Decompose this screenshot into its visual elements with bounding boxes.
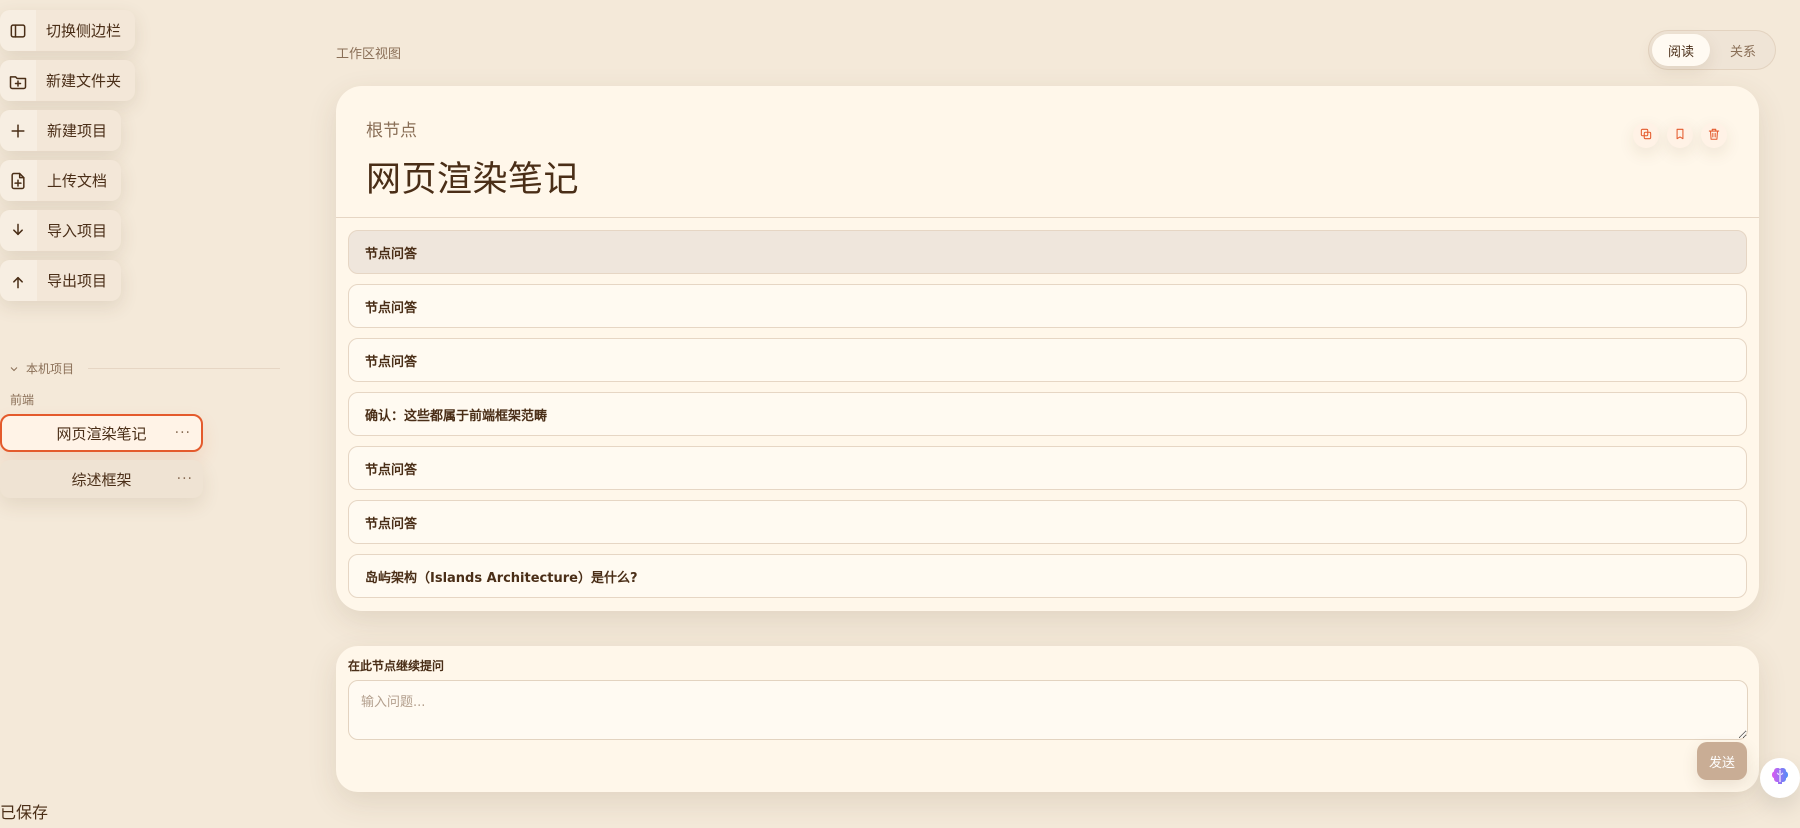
node-actions xyxy=(1633,122,1727,148)
new-folder-label: 新建文件夹 xyxy=(45,72,121,90)
project-label: 网页渲染笔记 xyxy=(56,424,147,443)
chevron-down-icon[interactable] xyxy=(8,363,20,375)
main: 工作区视图 阅读 关系 根节点 网页渲染笔记 节点问答 节点问答 节点问答 确认… xyxy=(336,0,1776,828)
ai-assistant-button[interactable] xyxy=(1760,758,1800,798)
more-icon[interactable]: ··· xyxy=(175,425,191,441)
download-icon xyxy=(0,210,37,251)
qa-list: 节点问答 节点问答 节点问答 确认：这些都属于前端框架范畴 节点问答 节点问答 … xyxy=(336,218,1759,598)
brain-icon xyxy=(1768,764,1792,792)
new-project-label: 新建项目 xyxy=(46,122,107,140)
new-project-button[interactable]: 新建项目 xyxy=(0,110,121,151)
qa-item[interactable]: 节点问答 xyxy=(348,446,1747,490)
app: 切换侧边栏 新建文件夹 新建项目 上传文档 导入项目 导出项目 本机项目 前端 … xyxy=(0,0,1800,828)
delete-button[interactable] xyxy=(1701,122,1727,148)
trash-icon xyxy=(1707,126,1721,145)
ask-title: 在此节点继续提问 xyxy=(348,659,445,673)
question-input[interactable] xyxy=(348,680,1748,740)
send-button[interactable]: 发送 xyxy=(1697,742,1747,780)
bookmark-icon xyxy=(1673,126,1687,145)
save-status: 已保存 xyxy=(0,803,49,822)
sidebar: 切换侧边栏 新建文件夹 新建项目 上传文档 导入项目 导出项目 本机项目 前端 … xyxy=(0,0,295,828)
node-title: 网页渲染笔记 xyxy=(366,160,580,200)
export-project-button[interactable]: 导出项目 xyxy=(0,260,121,301)
upload-document-label: 上传文档 xyxy=(46,172,107,190)
upload-document-button[interactable]: 上传文档 xyxy=(0,160,121,201)
copy-button[interactable] xyxy=(1633,122,1659,148)
ask-panel: 在此节点继续提问 发送 xyxy=(336,646,1759,792)
more-icon[interactable]: ··· xyxy=(177,471,193,487)
project-label: 综述框架 xyxy=(71,470,132,489)
qa-item[interactable]: 确认：这些都属于前端框架范畴 xyxy=(348,392,1747,436)
toggle-sidebar-button[interactable]: 切换侧边栏 xyxy=(0,10,135,51)
file-plus-icon xyxy=(0,160,37,201)
qa-item[interactable]: 岛屿架构（Islands Architecture）是什么? xyxy=(348,554,1747,598)
workspace-label: 工作区视图 xyxy=(336,47,402,62)
bookmark-button[interactable] xyxy=(1667,122,1693,148)
section-title: 本机项目 xyxy=(26,362,75,376)
node-header: 根节点 网页渲染笔记 xyxy=(336,86,1759,218)
qa-item[interactable]: 节点问答 xyxy=(348,230,1747,274)
node-card: 根节点 网页渲染笔记 节点问答 节点问答 节点问答 确认：这些都属于前端框架范畴… xyxy=(336,86,1759,611)
import-project-label: 导入项目 xyxy=(46,222,107,240)
toggle-sidebar-label: 切换侧边栏 xyxy=(45,22,121,40)
folder-plus-icon xyxy=(0,60,36,101)
copy-icon xyxy=(1639,126,1653,145)
export-project-label: 导出项目 xyxy=(46,272,107,290)
project-item-survey-framework[interactable]: 综述框架 ··· xyxy=(0,460,203,498)
project-item-web-rendering-notes[interactable]: 网页渲染笔记 ··· xyxy=(0,414,203,452)
local-projects-section: 本机项目 xyxy=(8,360,280,377)
section-divider xyxy=(88,368,280,369)
panel-icon xyxy=(0,10,36,51)
mode-read-tab[interactable]: 阅读 xyxy=(1652,34,1710,66)
qa-item[interactable]: 节点问答 xyxy=(348,500,1747,544)
root-label: 根节点 xyxy=(366,121,417,141)
mode-relation-tab[interactable]: 关系 xyxy=(1714,34,1772,66)
import-project-button[interactable]: 导入项目 xyxy=(0,210,121,251)
upload-icon xyxy=(0,260,37,301)
new-folder-button[interactable]: 新建文件夹 xyxy=(0,60,135,101)
qa-item[interactable]: 节点问答 xyxy=(348,338,1747,382)
plus-icon xyxy=(0,110,37,151)
project-group-label: 前端 xyxy=(10,393,35,407)
mode-toggle: 阅读 关系 xyxy=(1648,30,1776,70)
qa-item[interactable]: 节点问答 xyxy=(348,284,1747,328)
